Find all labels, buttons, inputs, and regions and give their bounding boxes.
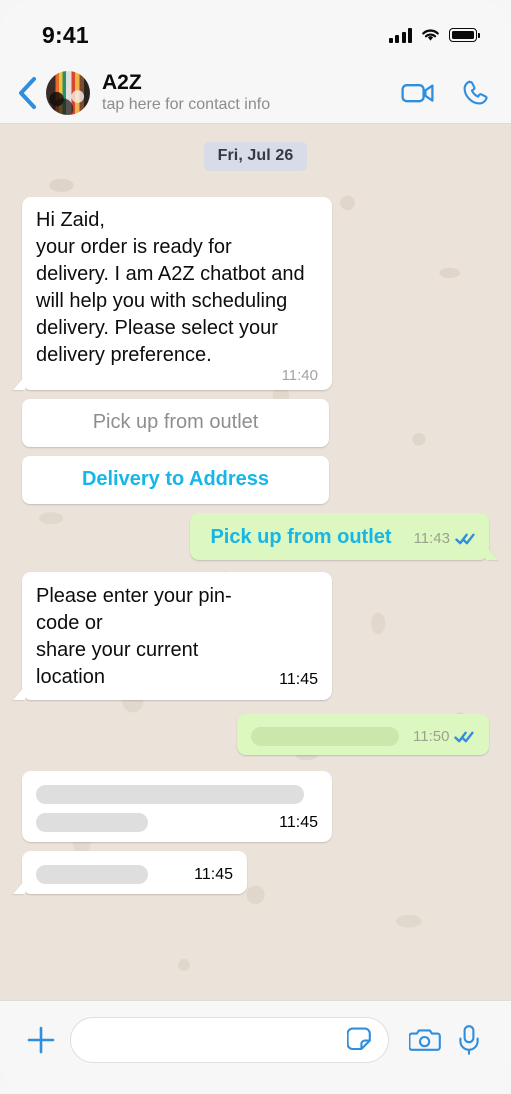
message-bubble-redacted-incoming-2[interactable]: 11:45	[22, 851, 247, 894]
double-check-read-icon	[455, 532, 475, 546]
double-check-read-icon	[454, 730, 475, 744]
message-row: Hi Zaid, your order is ready for deliver…	[22, 197, 489, 390]
voice-call-button[interactable]	[461, 79, 489, 107]
message-time: 11:40	[281, 367, 318, 384]
camera-button[interactable]	[403, 1017, 447, 1063]
microphone-icon	[459, 1025, 479, 1055]
message-time: 11:50	[413, 728, 450, 745]
sticker-button[interactable]	[346, 1026, 376, 1054]
message-text: Please enter your pin-code or share your…	[36, 585, 232, 688]
message-row: 11:45	[22, 851, 489, 894]
chat-message-area[interactable]: Fri, Jul 26 Hi Zaid, your order is ready…	[0, 124, 511, 1000]
message-bubble-greeting[interactable]: Hi Zaid, your order is ready for deliver…	[22, 197, 332, 390]
redacted-content-bar	[36, 785, 304, 804]
header-actions	[401, 79, 491, 107]
date-divider-label: Fri, Jul 26	[203, 142, 308, 171]
message-time: 11:45	[194, 865, 233, 883]
message-text: Hi Zaid, your order is ready for deliver…	[36, 209, 305, 366]
chat-header: A2Z tap here for contact info	[0, 62, 511, 124]
redacted-content-bar	[36, 865, 148, 884]
message-row: Please enter your pin-code or share your…	[22, 572, 489, 700]
video-call-button[interactable]	[401, 81, 435, 105]
message-bubble-pincode-request[interactable]: Please enter your pin-code or share your…	[22, 572, 332, 700]
message-meta: 11:50	[413, 728, 475, 745]
microphone-button[interactable]	[447, 1017, 491, 1063]
message-time: 11:45	[279, 671, 318, 688]
message-row: 11:45	[22, 771, 489, 842]
camera-icon	[409, 1029, 441, 1051]
redacted-content-bar	[251, 727, 399, 746]
back-chevron-icon	[19, 76, 36, 109]
avatar[interactable]	[46, 70, 90, 115]
cellular-signal-icon	[388, 27, 412, 43]
phone-screen: 9:41 A2Z tap here for contact info Fri, …	[0, 0, 511, 1094]
quick-reply-pickup[interactable]: Pick up from outlet	[22, 399, 329, 447]
message-time: 11:45	[279, 813, 318, 831]
quick-reply-delivery[interactable]: Delivery to Address	[22, 456, 329, 504]
sticker-icon	[347, 1027, 371, 1051]
video-call-icon	[401, 83, 434, 102]
status-bar: 9:41	[0, 0, 511, 62]
back-button[interactable]	[10, 76, 44, 110]
wifi-icon	[422, 29, 439, 41]
status-bar-icons	[388, 27, 481, 43]
contact-name: A2Z	[102, 71, 142, 95]
message-composer	[0, 1000, 511, 1094]
message-row: 11:50	[22, 714, 489, 755]
message-meta: 11:40	[36, 367, 318, 384]
message-list: Fri, Jul 26 Hi Zaid, your order is ready…	[0, 124, 511, 1000]
voice-call-icon	[463, 80, 488, 104]
battery-full-icon	[449, 28, 481, 42]
attach-button[interactable]	[18, 1017, 64, 1063]
message-time: 11:43	[413, 530, 450, 547]
message-meta: 11:43	[414, 530, 475, 547]
message-bubble-redacted-incoming-1[interactable]: 11:45	[22, 771, 332, 842]
message-input[interactable]	[89, 1029, 346, 1051]
message-input-wrapper[interactable]	[70, 1017, 389, 1063]
contact-info[interactable]: A2Z tap here for contact info	[102, 71, 401, 114]
message-bubble-reply-pickup[interactable]: Pick up from outlet 11:43	[190, 513, 489, 560]
plus-attach-icon	[27, 1026, 55, 1054]
message-bubble-redacted-outgoing[interactable]: 11:50	[237, 714, 489, 755]
date-divider: Fri, Jul 26	[22, 142, 489, 171]
message-row: Pick up from outlet 11:43	[22, 513, 489, 560]
redacted-content-bar	[36, 813, 148, 832]
contact-subtitle: tap here for contact info	[102, 95, 271, 113]
message-text: Pick up from outlet	[210, 526, 392, 548]
status-bar-clock: 9:41	[42, 21, 89, 48]
